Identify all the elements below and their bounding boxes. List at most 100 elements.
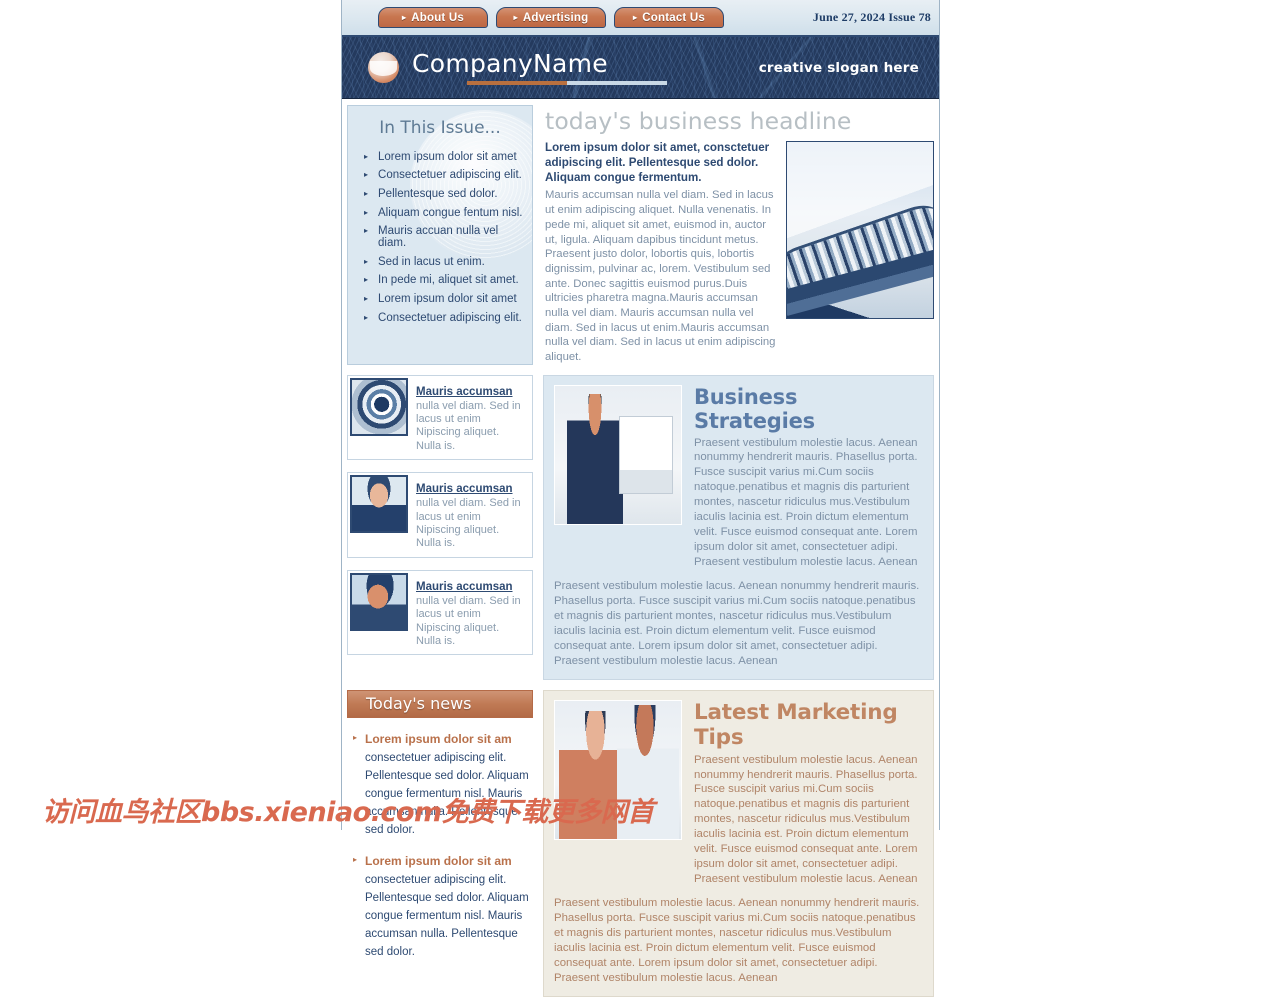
business-strategies-text: Business Strategies Praesent vestibulum … — [694, 385, 923, 570]
man-on-phone-thumbnail — [350, 572, 408, 631]
spiral-notebook-photo — [786, 141, 934, 319]
triangle-right-icon: ▸ — [364, 170, 369, 180]
triangle-right-icon: ▸ — [364, 275, 369, 285]
list-item[interactable]: ▸ Consectetuer adipiscing elit. — [356, 309, 524, 328]
row-middle: Mauris accumsan nulla vel diam. Sed in l… — [347, 374, 934, 680]
list-item[interactable]: ▸ Sed in lacus ut enim. — [356, 253, 524, 272]
brief-item[interactable]: Mauris accumsan nulla vel diam. Sed in l… — [347, 472, 533, 558]
page-content: In This Issue... ▸ Lorem ipsum dolor sit … — [342, 99, 939, 997]
business-strategies-panel: Business Strategies Praesent vestibulum … — [543, 374, 934, 680]
latest-marketing-tips-inner: Latest Marketing Tips Praesent vestibulu… — [554, 699, 923, 887]
nav-button-label: About Us — [411, 11, 464, 24]
triangle-right-icon: ▸ — [364, 188, 369, 198]
headline-body: Lorem ipsum dolor sit amet, consctetuer … — [545, 141, 934, 365]
business-strategies-inner: Business Strategies Praesent vestibulum … — [554, 384, 923, 570]
smiling-woman-thumbnail — [350, 475, 408, 534]
news-item[interactable]: ▸ Lorem ipsum dolor sit am consectetuer … — [347, 852, 533, 960]
row-bottom: Today's news ▸ Lorem ipsum dolor sit am … — [347, 689, 934, 997]
brief-title-link[interactable]: Mauris accumsan — [416, 483, 513, 495]
list-item-label: Lorem ipsum dolor sit amet — [378, 292, 517, 305]
brief-text: nulla vel diam. Sed in lacus ut enim Nip… — [416, 594, 521, 648]
news-item-text: consectetuer adipiscing elit. Pellentesq… — [365, 873, 529, 958]
briefs-column: Mauris accumsan nulla vel diam. Sed in l… — [347, 374, 533, 680]
circle-globe-logo-icon[interactable] — [368, 52, 399, 83]
list-item[interactable]: ▸ Lorem ipsum dolor sit amet — [356, 148, 524, 167]
news-item-text: consectetuer adipiscing elit. Pellentesq… — [365, 751, 529, 836]
brief-item[interactable]: Mauris accumsan nulla vel diam. Sed in l… — [347, 374, 533, 461]
todays-news-column: Today's news ▸ Lorem ipsum dolor sit am … — [347, 689, 533, 997]
list-item-label: Aliquam congue fentum nisl. — [378, 206, 523, 219]
list-item[interactable]: ▸ Lorem ipsum dolor sit amet — [356, 290, 524, 309]
nav-button-label: Contact Us — [642, 11, 705, 24]
brand-name: CompanyName — [412, 48, 608, 78]
top-navigation-bar: ▸ About Us ▸ Advertising ▸ Contact Us Ju… — [342, 0, 939, 37]
site-banner: CompanyName creative slogan here — [342, 37, 939, 99]
todays-news-heading: Today's news — [347, 689, 533, 718]
triangle-right-icon: ▸ — [364, 151, 369, 161]
headline-text-block: Lorem ipsum dolor sit amet, consctetuer … — [545, 141, 778, 365]
news-item[interactable]: ▸ Lorem ipsum dolor sit am consectetuer … — [347, 730, 533, 838]
in-this-issue-list: ▸ Lorem ipsum dolor sit amet ▸ Consectetue… — [356, 148, 524, 328]
brand-block: CompanyName — [412, 51, 667, 85]
headline-body-paragraph: Mauris accumsan nulla vel diam. Sed in l… — [545, 189, 776, 363]
news-item-lead: Lorem ipsum dolor sit am — [365, 853, 512, 868]
newsletter-page: ▸ About Us ▸ Advertising ▸ Contact Us Ju… — [341, 0, 940, 997]
nav-button-advertising[interactable]: ▸ Advertising — [496, 7, 606, 28]
list-item-label: Pellentesque sed dolor. — [378, 187, 498, 200]
nav-button-about-us[interactable]: ▸ About Us — [378, 7, 488, 28]
business-strategies-footer-paragraph: Praesent vestibulum molestie lacus. Aene… — [554, 579, 920, 667]
nav-button-contact-us[interactable]: ▸ Contact Us — [614, 7, 724, 28]
latest-marketing-tips-panel: Latest Marketing Tips Praesent vestibulu… — [543, 689, 934, 997]
headline-column: today's business headline Lorem ipsum do… — [543, 105, 934, 365]
two-women-reviewing-document-photo — [554, 699, 682, 840]
triangle-right-icon: ▸ — [364, 312, 369, 322]
latest-marketing-tips-title: Latest Marketing Tips — [694, 699, 898, 750]
headline-lead-paragraph: Lorem ipsum dolor sit amet, consctetuer … — [545, 141, 770, 184]
list-item-label: Consectetuer adipiscing elit. — [378, 169, 522, 182]
triangle-right-icon: ▸ — [364, 226, 369, 236]
triangle-right-icon: ▸ — [364, 207, 369, 217]
list-item[interactable]: ▸ Pellentesque sed dolor. — [356, 185, 524, 204]
triangle-right-icon: ▸ — [353, 854, 358, 864]
brief-title-link[interactable]: Mauris accumsan — [416, 386, 513, 398]
news-item-body: Lorem ipsum dolor sit am consectetuer ad… — [365, 852, 533, 960]
news-item-body: Lorem ipsum dolor sit am consectetuer ad… — [365, 730, 533, 838]
list-item-label: Consectetuer adipiscing elit. — [378, 311, 522, 324]
triangle-right-icon: ▸ — [513, 12, 518, 22]
list-item-label: In pede mi, aliquet sit amet. — [378, 274, 519, 287]
list-item[interactable]: ▸ In pede mi, aliquet sit amet. — [356, 272, 524, 291]
latest-marketing-tips-text: Latest Marketing Tips Praesent vestibulu… — [694, 700, 923, 887]
abstract-rings-thumbnail — [350, 377, 408, 436]
latest-marketing-tips-paragraph: Praesent vestibulum molestie lacus. Aene… — [694, 753, 918, 886]
list-item-label: Mauris accuan nulla vel diam. — [378, 225, 499, 249]
brief-text: nulla vel diam. Sed in lacus ut enim Nip… — [416, 399, 521, 452]
page-title: today's business headline — [545, 107, 852, 135]
list-item-label: Sed in lacus ut enim. — [378, 255, 485, 268]
brief-title-link[interactable]: Mauris accumsan — [416, 581, 513, 593]
triangle-right-icon: ▸ — [402, 12, 407, 22]
brand-underline-rule — [467, 80, 667, 85]
brief-text: nulla vel diam. Sed in lacus ut enim Nip… — [416, 497, 521, 550]
list-item[interactable]: ▸ Mauris accuan nulla vel diam. — [356, 223, 524, 253]
list-item-label: Lorem ipsum dolor sit amet — [378, 150, 517, 163]
in-this-issue-box: In This Issue... ▸ Lorem ipsum dolor sit … — [347, 105, 533, 365]
list-item[interactable]: ▸ Aliquam congue fentum nisl. — [356, 204, 524, 223]
in-this-issue-title: In This Issue... — [379, 118, 501, 138]
list-item[interactable]: ▸ Consectetuer adipiscing elit. — [356, 167, 524, 186]
brand-slogan: creative slogan here — [758, 59, 919, 76]
triangle-right-icon: ▸ — [364, 293, 369, 303]
brief-body: Mauris accumsan nulla vel diam. Sed in l… — [416, 382, 526, 454]
news-item-lead: Lorem ipsum dolor sit am — [365, 731, 512, 746]
issue-date-label: June 27, 2024 Issue 78 — [812, 10, 931, 24]
latest-marketing-tips-footer-paragraph: Praesent vestibulum molestie lacus. Aene… — [554, 897, 920, 984]
business-strategies-paragraph: Praesent vestibulum molestie lacus. Aene… — [694, 436, 918, 569]
brief-body: Mauris accumsan nulla vel diam. Sed in l… — [416, 479, 526, 551]
brief-item[interactable]: Mauris accumsan nulla vel diam. Sed in l… — [347, 569, 533, 656]
triangle-right-icon: ▸ — [633, 12, 638, 22]
nav-button-label: Advertising — [522, 11, 589, 24]
brief-body: Mauris accumsan nulla vel diam. Sed in l… — [416, 577, 526, 649]
row-top: In This Issue... ▸ Lorem ipsum dolor sit … — [347, 105, 934, 365]
presenter-at-flipchart-photo — [554, 384, 682, 525]
triangle-right-icon: ▸ — [364, 256, 369, 266]
triangle-right-icon: ▸ — [353, 732, 358, 742]
